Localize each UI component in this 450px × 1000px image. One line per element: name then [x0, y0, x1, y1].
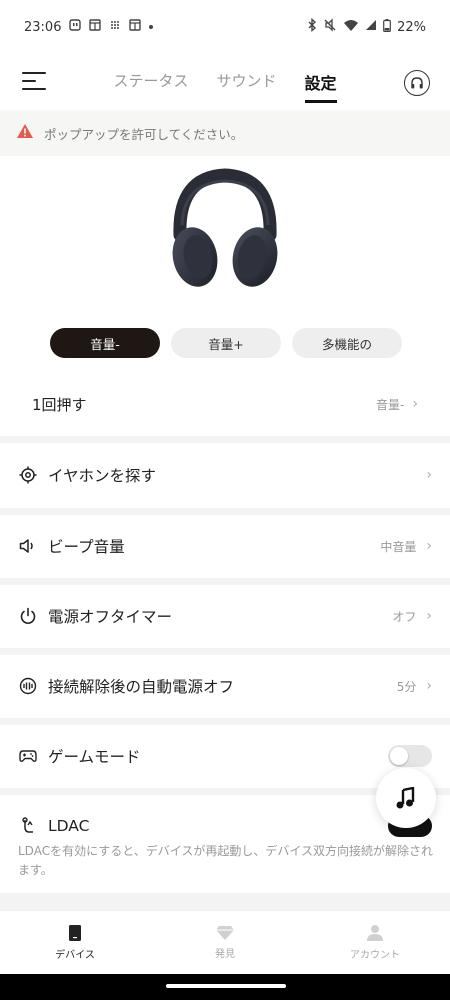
- divider: [0, 648, 450, 655]
- gamepad-icon: [18, 746, 38, 766]
- device-icon: [69, 925, 81, 941]
- divider: [0, 893, 450, 910]
- notification-icon: [109, 19, 121, 35]
- multifunction-button[interactable]: 多機能の: [292, 328, 402, 358]
- nav-account[interactable]: アカウント: [300, 911, 450, 974]
- top-navigation: ステータス サウンド 設定: [0, 56, 450, 108]
- warning-icon: [16, 123, 34, 143]
- status-time: 23:06: [24, 19, 62, 35]
- mute-icon: [323, 18, 337, 36]
- nav-discover-label: 発見: [215, 949, 235, 960]
- headset-icon: [411, 77, 423, 89]
- bottom-navigation: デバイス 発見 アカウント: [0, 910, 450, 974]
- account-icon: [367, 925, 383, 941]
- divider: [0, 436, 450, 443]
- single-press-label: 1回押す: [32, 395, 87, 414]
- wifi-icon: [343, 19, 359, 35]
- ldac-icon: [18, 816, 38, 836]
- nav-device[interactable]: デバイス: [0, 911, 150, 974]
- chevron-right-icon: ›: [426, 467, 432, 483]
- find-earphones-label: イヤホンを探す: [48, 467, 157, 485]
- tab-settings[interactable]: 設定: [304, 56, 337, 108]
- status-bar: 23:06 22%: [0, 0, 450, 54]
- chevron-right-icon: ›: [426, 678, 432, 694]
- system-navigation-bar: [0, 974, 450, 1000]
- battery-icon: [383, 18, 391, 36]
- single-press-row[interactable]: 1回押す 音量- ›: [0, 378, 450, 430]
- nav-discover[interactable]: 発見: [150, 911, 300, 974]
- notification-icon: [89, 19, 102, 35]
- headphones-image: [160, 165, 290, 295]
- beep-volume-row[interactable]: ビープ音量 中音量 ›: [0, 515, 450, 577]
- game-mode-toggle[interactable]: [388, 745, 432, 767]
- ldac-description: LDACを有効にすると、デバイスが再起動し、デバイス双方向接続が解除されます。: [18, 844, 434, 877]
- power-off-timer-label: 電源オフタイマー: [48, 608, 173, 626]
- power-off-timer-value: オフ: [392, 609, 417, 624]
- nav-device-label: デバイス: [55, 950, 95, 961]
- auto-power-off-row[interactable]: 接続解除後の自動電源オフ 5分 ›: [0, 655, 450, 717]
- auto-power-off-label: 接続解除後の自動電源オフ: [48, 678, 235, 696]
- volume-down-button[interactable]: 音量-: [50, 328, 160, 358]
- auto-power-off-value: 5分: [396, 679, 417, 694]
- discover-icon: [216, 926, 234, 940]
- tab-bar: ステータス サウンド 設定: [0, 56, 450, 108]
- music-note-icon: [396, 787, 415, 809]
- ldac-label: LDAC: [48, 817, 90, 835]
- game-mode-label: ゲームモード: [48, 748, 141, 766]
- chevron-right-icon: ›: [426, 538, 432, 554]
- beep-volume-value: 中音量: [380, 539, 417, 554]
- auto-off-icon: [18, 676, 38, 696]
- notification-icon: [129, 19, 142, 35]
- single-press-value: 音量-: [376, 397, 405, 412]
- power-off-timer-row[interactable]: 電源オフタイマー オフ ›: [0, 585, 450, 647]
- chevron-right-icon: ›: [412, 396, 418, 412]
- divider: [0, 578, 450, 585]
- target-icon: [18, 465, 38, 485]
- notification-icon: [69, 19, 82, 35]
- chevron-right-icon: ›: [426, 608, 432, 624]
- speaker-icon: [18, 536, 38, 556]
- nav-account-label: アカウント: [350, 950, 400, 961]
- home-indicator[interactable]: [166, 984, 286, 988]
- find-earphones-row[interactable]: イヤホンを探す ›: [0, 444, 450, 506]
- volume-up-button[interactable]: 音量+: [171, 328, 281, 358]
- headset-button[interactable]: [404, 70, 430, 96]
- beep-volume-label: ビープ音量: [48, 538, 125, 556]
- button-selector: 音量- 音量+ 多機能の: [50, 328, 402, 358]
- battery-percent: 22%: [397, 19, 426, 35]
- divider: [0, 508, 450, 515]
- power-icon: [18, 606, 38, 626]
- tab-status[interactable]: ステータス: [113, 56, 188, 108]
- tab-sound[interactable]: サウンド: [216, 56, 276, 108]
- signal-icon: [365, 19, 377, 35]
- divider: [0, 718, 450, 725]
- more-notifications-icon: [149, 25, 154, 29]
- banner-text: ポップアップを許可してください。: [44, 126, 244, 142]
- bluetooth-icon: [307, 18, 317, 36]
- music-button[interactable]: [376, 768, 436, 828]
- popup-permission-banner[interactable]: ポップアップを許可してください。: [0, 110, 450, 156]
